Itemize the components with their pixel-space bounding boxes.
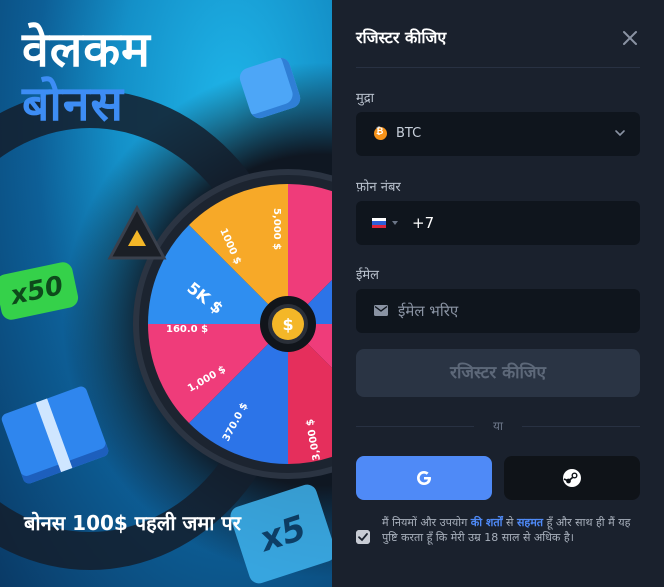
email-input[interactable] — [398, 289, 628, 333]
steam-icon — [563, 469, 581, 487]
header-divider — [356, 67, 640, 68]
chevron-down-icon — [615, 130, 625, 137]
promo-title-line2: बोनस — [22, 76, 124, 132]
register-panel: रजिस्टर कीजिए मुद्रा BTC फ़ोन नंबर +7 ईम… — [332, 0, 664, 587]
terms-middle: से — [502, 516, 517, 529]
email-label: ईमेल — [356, 268, 379, 283]
wheel-segment-label: 160.0 $ — [166, 324, 208, 335]
wheel-segment-label: 5,000 $ — [271, 208, 282, 250]
phone-country-code[interactable]: +7 — [412, 201, 434, 245]
phone-field[interactable]: +7 — [356, 201, 640, 245]
agree-link[interactable]: सहमत — [517, 516, 543, 529]
or-line-right — [522, 426, 640, 427]
promo-banner: वेलकम बोनस $ 5K $ 1000 $ 5,000 $ 160.0 $… — [0, 0, 332, 587]
google-signin-button[interactable] — [356, 456, 492, 500]
email-field-wrapper — [356, 289, 640, 333]
register-title: रजिस्टर कीजिए — [356, 28, 447, 47]
phone-label: फ़ोन नंबर — [356, 180, 401, 195]
or-separator: या — [356, 416, 640, 436]
russia-flag-icon[interactable] — [372, 218, 386, 228]
google-icon — [417, 471, 431, 485]
terms-link[interactable]: की शर्तों — [471, 516, 503, 529]
panel-header: रजिस्टर कीजिए — [356, 24, 640, 52]
currency-value: BTC — [396, 126, 422, 141]
svg-text:$: $ — [282, 315, 293, 334]
terms-text: मैं नियमों और उपयोग की शर्तों से सहमत हू… — [382, 515, 640, 545]
promo-subtitle: बोनस 100$ पहली जमा पर — [24, 511, 241, 535]
terms-prefix: मैं नियमों और उपयोग — [382, 516, 471, 529]
terms-agreement: मैं नियमों और उपयोग की शर्तों से सहमत हू… — [356, 515, 640, 575]
steam-signin-button[interactable] — [504, 456, 640, 500]
country-caret-icon[interactable] — [392, 221, 398, 225]
currency-label: मुद्रा — [356, 91, 375, 106]
terms-checkbox[interactable] — [356, 530, 370, 544]
mail-icon — [374, 305, 388, 316]
promo-title-line1: वेलकम — [22, 22, 151, 78]
close-icon[interactable] — [620, 28, 640, 48]
bitcoin-icon — [374, 126, 387, 140]
wheel-pointer-icon — [107, 204, 167, 260]
currency-select[interactable]: BTC — [356, 112, 640, 156]
register-button[interactable]: रजिस्टर कीजिए — [356, 349, 640, 397]
